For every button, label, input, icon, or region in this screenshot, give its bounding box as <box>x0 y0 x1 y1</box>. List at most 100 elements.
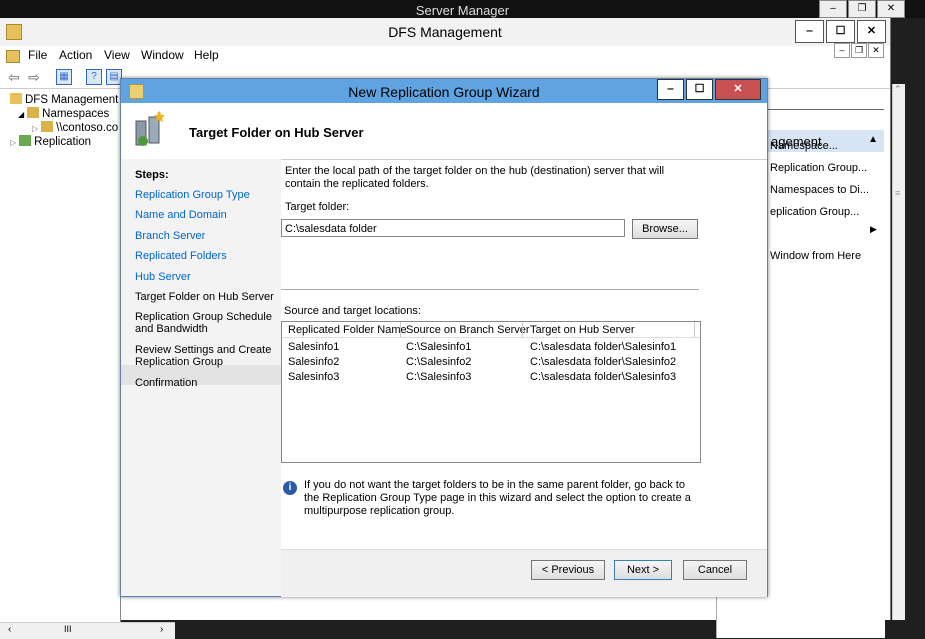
maximize-button[interactable]: ☐ <box>826 20 855 43</box>
mdi-close-button[interactable]: ✕ <box>868 43 884 58</box>
help-icon[interactable]: ? <box>86 69 102 85</box>
close-button[interactable]: ✕ <box>877 0 905 18</box>
column-target-on-hub[interactable]: Target on Hub Server <box>530 324 635 336</box>
browse-button[interactable]: Browse... <box>632 219 698 239</box>
step-name-and-domain[interactable]: Name and Domain <box>135 209 275 221</box>
tree-item-contoso[interactable]: ▷ \\contoso.co <box>32 121 118 134</box>
menu-bar: File Action View Window Help <box>0 46 890 66</box>
step-replication-group-type[interactable]: Replication Group Type <box>135 189 275 201</box>
column-source-on-branch[interactable]: Source on Branch Server <box>406 324 530 336</box>
step-confirmation: Confirmation <box>135 377 198 389</box>
cell-target: C:\salesdata folder\Salesinfo1 <box>530 341 677 353</box>
minimize-button[interactable]: ‒ <box>795 20 824 43</box>
column-divider[interactable] <box>694 322 695 337</box>
actions-divider <box>768 109 884 110</box>
close-button[interactable]: ✕ <box>857 20 886 43</box>
server-manager-titlebar: Server Manager ‒ ❐ ✕ <box>0 0 925 18</box>
step-branch-server[interactable]: Branch Server <box>135 230 275 242</box>
instruction-text: Enter the local path of the target folde… <box>285 165 665 190</box>
collapse-up-icon[interactable]: ▲ <box>868 134 878 145</box>
expanded-triangle-icon[interactable]: ◢ <box>18 110 24 119</box>
target-folder-input[interactable]: C:\salesdata folder <box>281 219 625 237</box>
cell-folder-name: Salesinfo1 <box>288 341 340 353</box>
menu-file[interactable]: File <box>28 48 47 62</box>
restore-button[interactable]: ❐ <box>848 0 876 18</box>
cell-source: C:\Salesinfo1 <box>406 341 472 353</box>
menu-view[interactable]: View <box>104 48 130 62</box>
submenu-arrow-icon[interactable]: ▶ <box>870 224 877 235</box>
info-text: If you do not want the target folders to… <box>304 479 691 517</box>
namespace-root-icon <box>41 121 54 132</box>
scroll-thumb[interactable]: ≡ <box>895 188 900 198</box>
info-icon: i <box>283 481 297 495</box>
forward-arrow-icon[interactable]: ⇨ <box>26 69 42 85</box>
dfs-window-title: DFS Management <box>388 24 502 40</box>
column-divider[interactable] <box>400 322 401 337</box>
next-button[interactable]: Next > <box>614 560 672 580</box>
dfs-folder-icon <box>10 93 22 104</box>
tree-item-replication[interactable]: ▷ Replication <box>10 135 91 148</box>
replication-icon <box>19 135 32 146</box>
list-header: Replicated Folder Name Source on Branch … <box>282 322 700 338</box>
locations-label: Source and target locations: <box>284 305 421 317</box>
steps-label: Steps: <box>135 169 169 181</box>
scroll-up-icon[interactable]: ⌃ <box>894 84 902 95</box>
dfs-titlebar: DFS Management ‒ ☐ ✕ <box>0 18 890 47</box>
step-review-settings: Review Settings and Create Replication G… <box>135 344 272 368</box>
collapsed-triangle-icon[interactable]: ▷ <box>32 124 38 133</box>
target-folder-label: Target folder: <box>285 201 350 213</box>
wizard-close-button[interactable]: ✕ <box>715 79 761 100</box>
step-replicated-folders[interactable]: Replicated Folders <box>135 250 275 262</box>
action-new-window[interactable]: Window from Here <box>770 250 861 262</box>
action-new-replication-group[interactable]: Replication Group... <box>770 162 867 174</box>
tree-item-dfs-management[interactable]: DFS Management <box>10 93 118 106</box>
wizard-header: Target Folder on Hub Server <box>121 103 767 160</box>
cell-target: C:\salesdata folder\Salesinfo2 <box>530 356 677 368</box>
cell-source: C:\Salesinfo3 <box>406 371 472 383</box>
cancel-button[interactable]: Cancel <box>683 560 747 580</box>
menu-window[interactable]: Window <box>141 48 184 62</box>
action-add-replication-group[interactable]: eplication Group... <box>770 206 859 218</box>
locations-list[interactable]: Replicated Folder Name Source on Branch … <box>281 321 701 463</box>
step-schedule-bandwidth: Replication Group Schedule and Bandwidth <box>135 311 272 335</box>
scroll-thumb[interactable]: III <box>64 624 72 634</box>
steps-panel: Steps: Replication Group Type Name and D… <box>121 159 281 596</box>
console-tree-icon[interactable]: ▦ <box>56 69 72 85</box>
column-divider[interactable] <box>522 322 523 337</box>
menu-action[interactable]: Action <box>59 48 92 62</box>
action-new-namespace[interactable]: Namespace... <box>770 140 838 152</box>
scroll-left-icon[interactable]: ‹ <box>8 624 11 635</box>
dfs-window-controls: ‒ ☐ ✕ <box>793 20 886 43</box>
wizard-minimize-button[interactable]: ‒ <box>657 79 684 100</box>
replication-server-icon <box>135 111 165 146</box>
cell-target: C:\salesdata folder\Salesinfo3 <box>530 371 677 383</box>
minimize-button[interactable]: ‒ <box>819 0 847 18</box>
back-arrow-icon[interactable]: ⇦ <box>6 69 22 85</box>
mdi-minimize-button[interactable]: ‒ <box>834 43 850 58</box>
section-divider <box>281 289 699 290</box>
collapsed-triangle-icon[interactable]: ▷ <box>10 138 16 147</box>
wizard-window-controls: ‒ ☐ ✕ <box>655 79 761 100</box>
column-replicated-folder-name[interactable]: Replicated Folder Name <box>288 324 407 336</box>
wizard-page-title: Target Folder on Hub Server <box>189 125 364 140</box>
vertical-scrollbar[interactable]: ⌃ ≡ <box>892 84 905 620</box>
namespace-icon <box>27 107 40 118</box>
scroll-right-icon[interactable]: › <box>160 624 163 635</box>
cell-folder-name: Salesinfo2 <box>288 356 340 368</box>
menu-help[interactable]: Help <box>194 48 219 62</box>
previous-button[interactable]: < Previous <box>531 560 605 580</box>
tree-label: Namespaces <box>42 108 110 120</box>
server-manager-title: Server Manager <box>415 3 510 18</box>
cell-source: C:\Salesinfo2 <box>406 356 472 368</box>
tree-label: Replication <box>34 136 92 148</box>
mdi-restore-button[interactable]: ❐ <box>851 43 867 58</box>
tree-item-namespaces[interactable]: ◢ Namespaces <box>18 107 109 120</box>
cell-folder-name: Salesinfo3 <box>288 371 340 383</box>
step-hub-server[interactable]: Hub Server <box>135 271 275 283</box>
wizard-maximize-button[interactable]: ☐ <box>686 79 713 100</box>
server-manager-window-controls: ‒ ❐ ✕ <box>818 0 905 18</box>
action-add-namespaces[interactable]: Namespaces to Di... <box>770 184 869 196</box>
tree-label: \\contoso.co <box>56 122 119 134</box>
horizontal-scrollbar[interactable]: ‹ III › <box>0 622 175 639</box>
mmc-icon <box>6 50 20 63</box>
